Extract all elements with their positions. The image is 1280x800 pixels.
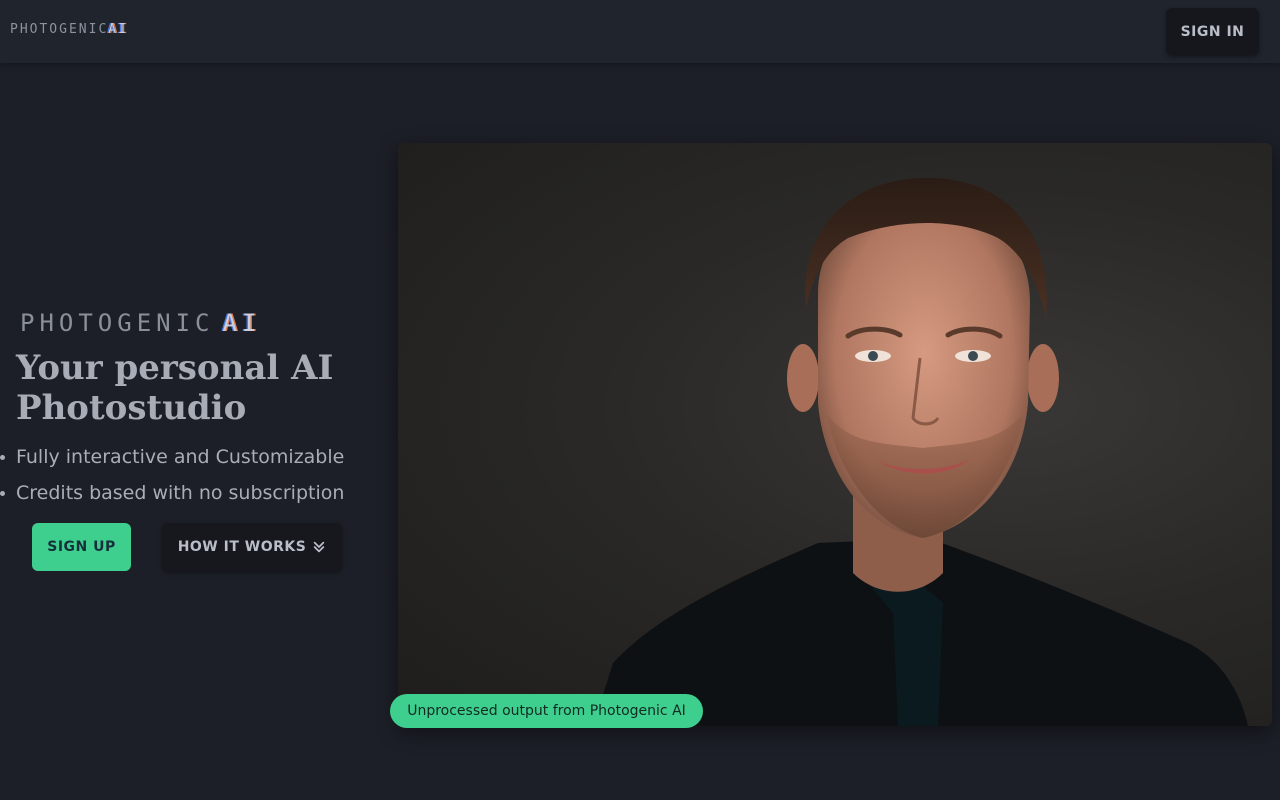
how-it-works-label: HOW IT WORKS xyxy=(177,539,307,555)
hero-logo: PHOTOGENIC AI xyxy=(20,309,261,337)
how-it-works-button[interactable]: HOW IT WORKS xyxy=(162,523,342,571)
sign-in-button[interactable]: SIGN IN xyxy=(1166,8,1259,55)
nav-logo-text: PHOTOGENIC xyxy=(10,22,109,37)
caption-badge: Unprocessed output from Photogenic AI xyxy=(390,694,703,728)
hero-logo-ai: AI xyxy=(222,309,262,337)
navbar: PHOTOGENICAI SIGN IN xyxy=(0,0,1280,63)
sign-up-button[interactable]: SIGN UP xyxy=(32,523,131,571)
feature-item: Credits based with no subscription xyxy=(0,480,344,516)
chevron-double-down-icon xyxy=(314,541,325,553)
nav-logo[interactable]: PHOTOGENICAI xyxy=(10,22,128,37)
hero-title: Your personal AI Photostudio xyxy=(16,348,334,428)
showcase-portrait-image xyxy=(398,143,1272,726)
feature-list: Fully interactive and Customizable Credi… xyxy=(0,444,344,516)
feature-item: Fully interactive and Customizable xyxy=(0,444,344,480)
nav-logo-ai: AI xyxy=(108,22,128,37)
hero-logo-text: PHOTOGENIC xyxy=(20,309,215,337)
